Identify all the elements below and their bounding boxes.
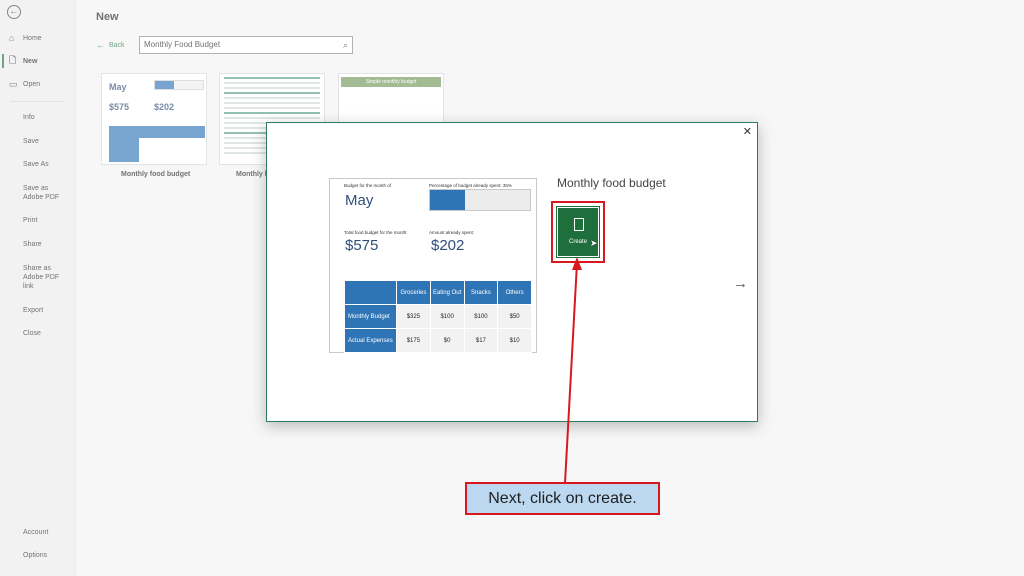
preview-total-value: $575 xyxy=(345,237,379,254)
table-header-cell: Eating Out xyxy=(429,280,465,305)
table-cell: $10 xyxy=(497,328,532,353)
table-row: Actual Expenses $175 $0 $17 $10 xyxy=(344,328,532,353)
table-cell: $175 xyxy=(396,328,431,353)
preview-percent-value: 35% xyxy=(502,183,512,188)
preview-percent-label: Percentage of budget already spent: 35% xyxy=(429,183,512,188)
preview-progress-bar xyxy=(429,189,531,211)
table-row-header: Monthly Budget xyxy=(344,304,397,329)
table-cell: $50 xyxy=(497,304,532,329)
table-cell: $0 xyxy=(429,328,465,353)
table-header-cell xyxy=(344,280,397,305)
table-header-cell: Snacks xyxy=(463,280,499,305)
preview-total-label: Total food budget for the month: xyxy=(344,230,408,235)
preview-budget-table: Groceries Eating Out Snacks Others Month… xyxy=(344,280,532,353)
preview-month-label: Budget for the month of xyxy=(344,183,392,188)
mouse-cursor-icon: ➤ xyxy=(590,238,598,248)
table-cell: $100 xyxy=(429,304,465,329)
table-cell: $17 xyxy=(463,328,499,353)
close-icon[interactable]: ✕ xyxy=(743,125,752,138)
table-header-cell: Others xyxy=(497,280,532,305)
template-title: Monthly food budget xyxy=(557,176,666,190)
table-cell: $325 xyxy=(396,304,431,329)
create-button[interactable]: Create ➤ xyxy=(556,206,600,258)
table-row: Monthly Budget $325 $100 $100 $50 xyxy=(344,304,532,329)
table-header-cell: Groceries xyxy=(396,280,431,305)
table-row-header: Actual Expenses xyxy=(344,328,397,353)
next-template-arrow-icon[interactable]: → xyxy=(733,275,748,292)
preview-percent-label-text: Percentage of budget already spent: xyxy=(429,183,502,188)
table-header-row: Groceries Eating Out Snacks Others xyxy=(344,280,532,305)
preview-progress-fill xyxy=(430,190,465,210)
preview-spent-value: $202 xyxy=(431,237,465,254)
template-preview-dialog: ✕ Budget for the month of Percentage of … xyxy=(266,122,758,422)
table-cell: $100 xyxy=(463,304,499,329)
instruction-callout: Next, click on create. xyxy=(465,482,660,515)
preview-spent-label: Amount already spent: xyxy=(429,230,475,235)
document-icon xyxy=(574,218,584,231)
template-preview-image: Budget for the month of Percentage of bu… xyxy=(329,178,537,353)
preview-month: May xyxy=(345,192,374,209)
